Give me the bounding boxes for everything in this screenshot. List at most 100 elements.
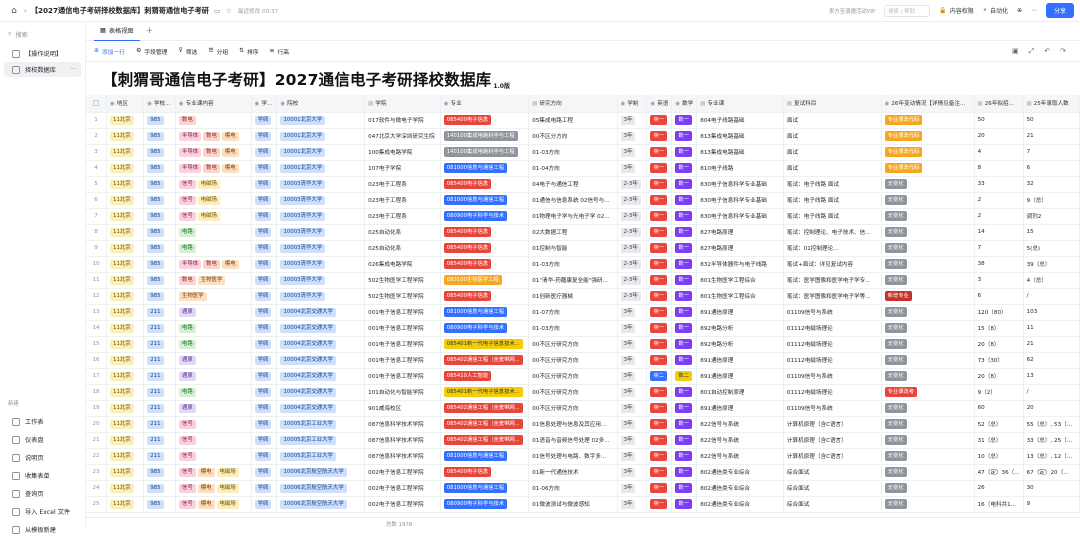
cell-major[interactable]: 085402通信工程（含宽带网... — [440, 432, 530, 449]
cell-area[interactable]: 11北京 — [106, 336, 145, 353]
cell-english[interactable]: 英一 — [646, 272, 673, 289]
cell-retest[interactable]: 01109信号与系统 — [783, 304, 882, 321]
cell-duration[interactable]: 3年 — [617, 416, 648, 433]
cell-english[interactable]: 英二 — [646, 368, 673, 385]
cell-subjects[interactable]: 半导体 数电 模电 — [175, 144, 252, 161]
cell-change[interactable]: 专业课改代码 — [881, 128, 975, 145]
new-query-page[interactable]: 查询页 — [4, 485, 82, 502]
cell-course[interactable]: 801生物医学工程综合 — [696, 288, 784, 305]
cell-course[interactable]: 801生物医学工程综合 — [696, 272, 784, 289]
cell-english[interactable]: 英一 — [646, 160, 673, 177]
cell-admitted[interactable]: 32 — [1023, 176, 1080, 193]
cell-math[interactable]: 数一 — [671, 224, 698, 241]
table-row[interactable]: 2 11北京 985 半导体 数电 模电 学硕 10001北京大学 047北京大学深圳研究生院 1… — [86, 128, 1080, 145]
cell-level[interactable]: 211 — [143, 448, 176, 465]
cell-degree-type[interactable]: 学硕 — [251, 432, 278, 449]
cell-course[interactable]: 801自动控制原理 — [696, 384, 784, 401]
cell-school[interactable]: 10006北京航空航天大学 — [276, 496, 366, 513]
share-button[interactable]: 分享 — [1045, 3, 1074, 18]
cell-subjects[interactable]: 信号 模电 电磁场 — [175, 496, 252, 513]
cell-course[interactable]: 891通信原理 — [696, 368, 784, 385]
cell-duration[interactable]: 3年 — [617, 336, 648, 353]
cell-course[interactable]: 804电子线路基础 — [696, 112, 784, 129]
table-row[interactable]: 5 11北京 985 信号 电磁场 学硕 10003清华大学 023电子工程系 085400电子… — [86, 176, 1080, 193]
cell-direction[interactable]: 01创新医疗器械 — [528, 288, 618, 305]
cell-level[interactable]: 985 — [143, 464, 176, 481]
cell-plan[interactable]: 16（电科共1... — [974, 496, 1024, 513]
cell-admitted[interactable]: 33（总）, 25（... — [1023, 432, 1080, 449]
expand-icon[interactable]: ⤢ — [1029, 47, 1035, 56]
folder-icon[interactable]: ▭ — [214, 7, 221, 15]
cell-plan[interactable]: 47（定）36（... — [974, 464, 1024, 481]
cell-change[interactable]: 无变化 — [881, 368, 975, 385]
cell-direction[interactable]: 00不区分研究方向 — [528, 352, 618, 369]
cell-school[interactable]: 10001北京大学 — [276, 144, 366, 161]
cell-duration[interactable]: 3年 — [617, 144, 648, 161]
vip-promo[interactable]: 来方至演播活动VIP — [829, 7, 875, 15]
cell-area[interactable]: 11北京 — [106, 368, 145, 385]
cell-degree-type[interactable]: 学硕 — [251, 192, 278, 209]
cell-college[interactable]: 025自动化系 — [364, 224, 441, 241]
cell-level[interactable]: 985 — [143, 208, 176, 225]
table-row[interactable]: 18 11北京 211 电路 学硕 10004北京交通大学 101自动化与智能学院 08540… — [86, 384, 1080, 401]
cell-change[interactable]: 无变化 — [881, 448, 975, 465]
cell-admitted[interactable]: 15 — [1023, 224, 1080, 241]
cell-math[interactable]: 数一 — [671, 272, 698, 289]
column-header[interactable]: ▤ 专业课 — [696, 95, 784, 113]
cell-degree-type[interactable]: 学硕 — [251, 160, 278, 177]
cell-school[interactable]: 10003清华大学 — [276, 272, 366, 289]
cell-direction[interactable]: 00不区分研究方向 — [528, 368, 618, 385]
cell-college[interactable]: 001电子信息工程学院 — [364, 304, 441, 321]
cell-plan[interactable]: 20（8） — [974, 336, 1024, 353]
new-worksheet[interactable]: 工作表 — [4, 413, 82, 430]
cell-degree-type[interactable]: 学硕 — [251, 144, 278, 161]
field-manager-button[interactable]: ⚙ 字段管理 — [136, 47, 167, 56]
cell-math[interactable]: 数一 — [671, 336, 698, 353]
cell-school[interactable]: 10003清华大学 — [276, 224, 366, 241]
cell-retest[interactable]: 面试 — [783, 128, 882, 145]
cell-change[interactable]: 专业课改考 — [881, 384, 975, 401]
cell-area[interactable]: 11北京 — [106, 448, 145, 465]
column-header[interactable]: ▤ 研究方向 — [528, 95, 618, 113]
cell-math[interactable]: 数一 — [671, 432, 698, 449]
column-header[interactable]: ◉ 院校 — [276, 95, 366, 113]
cell-admitted[interactable]: 21 — [1023, 336, 1080, 353]
cell-retest[interactable]: 01109信号与系统 — [783, 368, 882, 385]
cell-math[interactable]: 数一 — [671, 416, 698, 433]
cell-school[interactable]: 10001北京大学 — [276, 160, 366, 177]
cell-level[interactable]: 985 — [143, 256, 176, 273]
cell-area[interactable]: 11北京 — [106, 240, 145, 257]
cell-degree-type[interactable]: 学硕 — [251, 256, 278, 273]
column-header[interactable]: ▤ 25年录取人数 — [1023, 95, 1080, 113]
cell-plan[interactable]: 4 — [974, 144, 1024, 161]
sidebar-item-database[interactable]: 择校数据库 ··· — [4, 62, 81, 77]
cell-math[interactable]: 数一 — [671, 128, 698, 145]
cell-math[interactable]: 数一 — [671, 288, 698, 305]
cell-course[interactable]: 813集成电路基础 — [696, 128, 784, 145]
cell-course[interactable]: 822信号与系统 — [696, 416, 784, 433]
cell-college[interactable]: 107电子学院 — [364, 160, 441, 177]
table-row[interactable]: 15 11北京 211 电路 学硕 10004北京交通大学 001电子信息工程学院 08540… — [86, 336, 1080, 353]
screen-icon[interactable]: ▣ — [1012, 47, 1019, 56]
cell-english[interactable]: 英一 — [646, 176, 673, 193]
cell-course[interactable]: 802通信类专业综合 — [696, 480, 784, 497]
table-row[interactable]: 13 11北京 211 通原 学硕 10004北京交通大学 001电子信息工程学院 08100… — [86, 304, 1080, 321]
cell-english[interactable]: 英一 — [646, 416, 673, 433]
cell-plan[interactable]: 10（总） — [974, 448, 1024, 465]
cell-change[interactable]: 专业课改代码 — [881, 160, 975, 177]
cell-subjects[interactable]: 电路 — [175, 224, 252, 241]
permission-button[interactable]: 🔒 内容权限 — [939, 6, 974, 15]
cell-retest[interactable]: 01112电磁场理论 — [783, 320, 882, 337]
cell-admitted[interactable]: 39（总） — [1023, 256, 1080, 273]
cell-college[interactable]: 047北京大学深圳研究生院 — [364, 128, 441, 145]
cell-subjects[interactable]: 通原 — [175, 400, 252, 417]
cell-direction[interactable]: 01微波测试与微波感知 — [528, 496, 618, 513]
column-header[interactable]: ◉ 英语 — [646, 95, 673, 113]
table-row[interactable]: 7 11北京 985 信号 电磁场 学硕 10003清华大学 023电子工程系 080900电子… — [86, 208, 1080, 225]
cell-college[interactable]: 087信息科学技术学院 — [364, 432, 441, 449]
cell-admitted[interactable]: 20 — [1023, 400, 1080, 417]
cell-major[interactable]: 080900电子科学与技术 — [440, 496, 530, 513]
cell-admitted[interactable]: 103 — [1023, 304, 1080, 321]
cell-degree-type[interactable]: 学硕 — [251, 304, 278, 321]
cell-english[interactable]: 英一 — [646, 400, 673, 417]
